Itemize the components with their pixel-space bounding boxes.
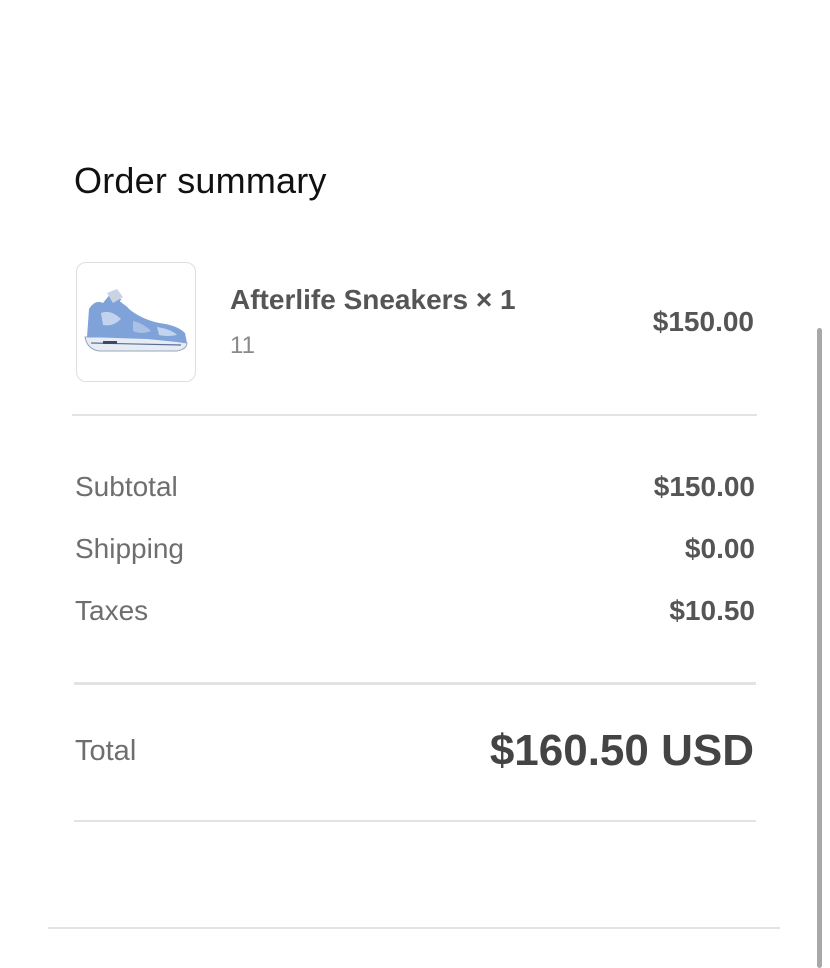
- product-variant-size: 11: [230, 332, 255, 359]
- totals-divider: [74, 682, 756, 685]
- product-thumbnail: [76, 262, 196, 382]
- scrollbar[interactable]: [817, 328, 822, 968]
- taxes-label: Taxes: [75, 595, 149, 626]
- subtotal-label: Subtotal: [75, 471, 178, 502]
- product-name: Afterlife Sneakers × 1: [230, 284, 516, 315]
- shipping-label: Shipping: [75, 533, 184, 564]
- order-summary-page: Order summary Afterlife Sneakers × 1 11 …: [0, 0, 830, 968]
- product-line-item: Afterlife Sneakers × 1 11 $150.00: [76, 262, 756, 382]
- taxes-value: $10.50: [669, 595, 755, 626]
- product-price: $150.00: [652, 306, 754, 337]
- shipping-value: $0.00: [684, 533, 755, 564]
- sneaker-image: [84, 289, 188, 352]
- taxes-row: Taxes $10.50: [75, 595, 755, 635]
- total-value: $160.50 USD: [489, 726, 754, 775]
- subtotal-row: Subtotal $150.00: [75, 471, 755, 511]
- product-divider: [72, 414, 757, 416]
- total-bottom-divider: [74, 820, 756, 822]
- total-label: Total: [75, 735, 137, 767]
- order-summary-heading: Order summary: [74, 160, 327, 201]
- footer-divider: [48, 927, 780, 929]
- shipping-row: Shipping $0.00: [75, 533, 755, 573]
- subtotal-value: $150.00: [653, 471, 755, 502]
